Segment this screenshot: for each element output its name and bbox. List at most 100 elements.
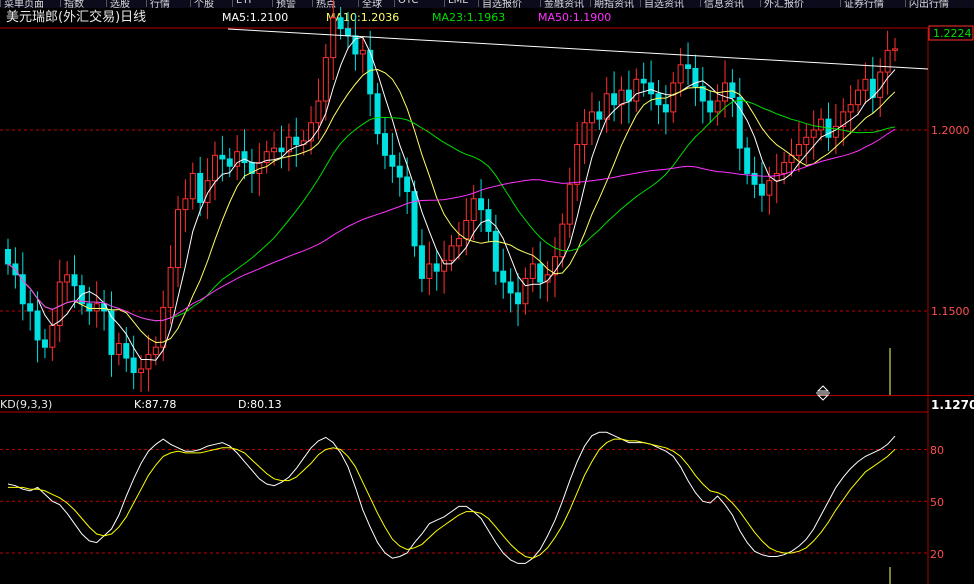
candle-up (308, 122, 315, 142)
candle-down (71, 274, 78, 287)
candle-up (588, 111, 595, 124)
candle-down (744, 147, 751, 174)
candle-up (522, 277, 529, 305)
candle-up (426, 263, 433, 279)
candle-up (803, 136, 810, 145)
candle-up (633, 78, 640, 102)
candle-up (677, 64, 684, 84)
candle-down (729, 82, 736, 98)
candle-down (19, 274, 26, 305)
ma10-legend: MA10:1.2036 (326, 11, 399, 24)
ma50-legend: MA50:1.1900 (538, 11, 611, 24)
candle-down (389, 154, 396, 167)
candle-down (41, 339, 48, 348)
candle-down (404, 176, 411, 193)
candle-down (500, 270, 507, 283)
candle-down (293, 136, 300, 145)
candle-up (581, 122, 588, 145)
candle-up (330, 17, 337, 59)
candle-up (234, 151, 241, 167)
candle-down (197, 172, 204, 203)
candle-down (611, 93, 618, 106)
candle-up (182, 198, 189, 211)
candle-up (204, 180, 211, 203)
candle-up (810, 129, 817, 138)
candle-up (145, 353, 152, 370)
axis-bottom-label: 1.1270 (931, 398, 974, 412)
price-tick-1: 1.2000 (931, 124, 970, 137)
candle-down (381, 133, 388, 156)
candle-up (64, 274, 71, 283)
candle-up (315, 100, 322, 124)
candle-up (847, 104, 854, 113)
candle-up (574, 143, 581, 185)
crosshair-cursor-icon (816, 385, 830, 401)
candle-down (478, 198, 485, 211)
candle-up (795, 143, 802, 156)
candle-up (189, 172, 196, 200)
candle-down (648, 82, 655, 95)
candle-down (5, 248, 11, 265)
candle-down (123, 343, 130, 359)
candle-up (877, 71, 884, 98)
candle-up (566, 183, 573, 225)
candle-down (707, 100, 714, 113)
candle-down (537, 263, 544, 283)
kd-lines (7, 431, 896, 584)
candle-up (175, 209, 182, 269)
candle-down (758, 183, 765, 196)
kd-k-value: K:87.78 (134, 398, 176, 411)
candle-down (640, 78, 647, 84)
candle-down (337, 17, 344, 30)
candle-down (433, 263, 440, 272)
price-tick-2: 1.1500 (931, 305, 970, 318)
candle-up (271, 147, 278, 153)
candle-up (441, 259, 448, 272)
candle-down (596, 111, 603, 120)
candle-up (49, 324, 56, 348)
candle-up (832, 125, 839, 138)
candle-down (411, 191, 418, 247)
chart-canvas: 美元瑞郎(外汇交易)日线 MA5:1.2100 MA10:1.2036 MA23… (0, 0, 974, 584)
candle-up (884, 49, 891, 73)
candle-up (470, 198, 477, 221)
kd-d-value: D:80.13 (238, 398, 282, 411)
kd-tick-20: 20 (930, 548, 944, 561)
candle-down (662, 104, 669, 113)
candle-down (515, 292, 522, 305)
ma23-legend: MA23:1.1963 (432, 11, 505, 24)
candle-up (670, 82, 677, 113)
candle-down (374, 93, 381, 135)
candle-down (27, 303, 34, 312)
instrument-title: 美元瑞郎(外汇交易)日线 (6, 9, 146, 25)
candle-down (685, 64, 692, 69)
candle-down (226, 158, 233, 167)
kd-tick-50: 50 (930, 496, 944, 509)
candle-down (241, 151, 248, 164)
candle-up (855, 89, 862, 106)
candle-down (130, 357, 137, 374)
candle-down (507, 281, 514, 294)
candle-up (359, 49, 366, 55)
candle-up (152, 346, 159, 355)
candle-up (463, 220, 470, 240)
candle-up (529, 263, 536, 279)
candle-up (773, 172, 780, 182)
candle-up (138, 368, 145, 374)
candle-up (892, 48, 898, 51)
candle-up (559, 223, 566, 258)
candle-up (211, 154, 218, 182)
candle-down (219, 154, 226, 160)
candle-up (766, 180, 773, 196)
ma5-legend: MA5:1.2100 (222, 11, 288, 24)
candle-up (862, 78, 869, 91)
candle-down (655, 93, 662, 106)
candle-down (34, 310, 41, 341)
candle-down (345, 28, 352, 37)
candle-down (492, 230, 499, 272)
candle-up (115, 343, 122, 355)
candle-up (818, 118, 825, 131)
candle-up (603, 93, 610, 120)
kd-k-line (7, 431, 896, 564)
candle-down (736, 96, 743, 149)
